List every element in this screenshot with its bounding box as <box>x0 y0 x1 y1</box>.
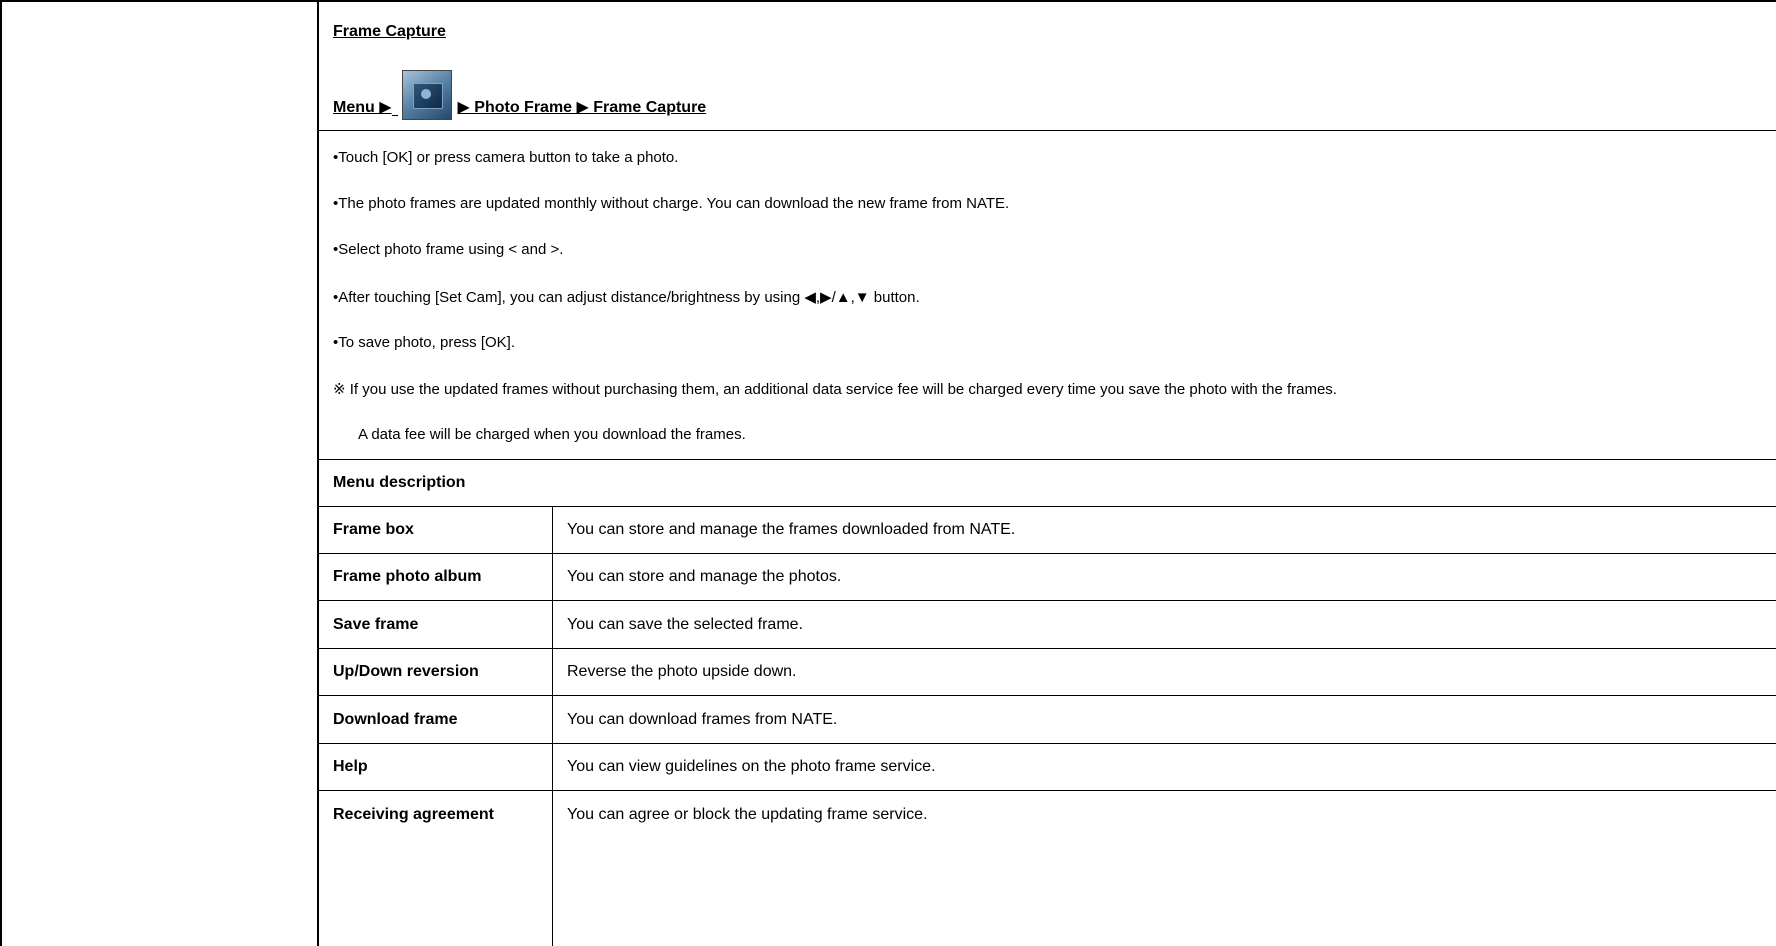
row-label: Help <box>333 758 368 775</box>
instruction-line: •After touching [Set Cam], you can adjus… <box>333 289 920 306</box>
row-description: You can agree or block the updating fram… <box>567 806 928 823</box>
row-label: Save frame <box>333 616 419 633</box>
instruction-line: •To save photo, press [OK]. <box>333 334 516 351</box>
menu-description-heading: Menu description <box>333 474 466 491</box>
row-description: You can store and manage the photos. <box>567 568 842 585</box>
fee-notice: ※ If you use the updated frames without … <box>333 381 1337 398</box>
table-row-divider <box>317 743 1776 744</box>
header-divider <box>317 130 1776 131</box>
menu-path-rest: ▶ Photo Frame ▶ Frame Capture <box>457 99 707 116</box>
table-row-divider <box>317 695 1776 696</box>
left-column-divider <box>317 0 319 946</box>
instruction-line: •The photo frames are updated monthly wi… <box>333 195 1010 212</box>
table-row-divider <box>317 553 1776 554</box>
row-label: Download frame <box>333 711 458 728</box>
page-left-border <box>0 0 2 946</box>
row-description: You can view guidelines on the photo fra… <box>567 758 936 775</box>
row-label: Up/Down reversion <box>333 663 479 680</box>
menu-path-menu: Menu ▶ <box>333 99 392 116</box>
row-description: You can download frames from NATE. <box>567 711 838 728</box>
table-top-border <box>317 459 1776 460</box>
row-label: Frame photo album <box>333 568 482 585</box>
menu-path-breadcrumb: Menu ▶ ▶ Photo Frame ▶ Frame Capture <box>333 68 706 120</box>
table-row-divider <box>317 600 1776 601</box>
row-description: Reverse the photo upside down. <box>567 663 797 680</box>
fee-notice-detail: A data fee will be charged when you down… <box>358 426 746 443</box>
instruction-line: •Touch [OK] or press camera button to ta… <box>333 149 679 166</box>
table-column-divider <box>552 506 553 946</box>
row-label: Frame box <box>333 521 414 538</box>
row-description: You can save the selected frame. <box>567 616 803 633</box>
table-row-divider <box>317 790 1776 791</box>
row-description: You can store and manage the frames down… <box>567 521 1016 538</box>
table-row-divider <box>317 648 1776 649</box>
page-title: Frame Capture <box>333 23 446 40</box>
row-label: Receiving agreement <box>333 806 494 823</box>
table-row-divider <box>317 506 1776 507</box>
page-top-border <box>0 0 1776 2</box>
instruction-line: •Select photo frame using < and >. <box>333 241 564 258</box>
camera-icon <box>401 70 452 120</box>
